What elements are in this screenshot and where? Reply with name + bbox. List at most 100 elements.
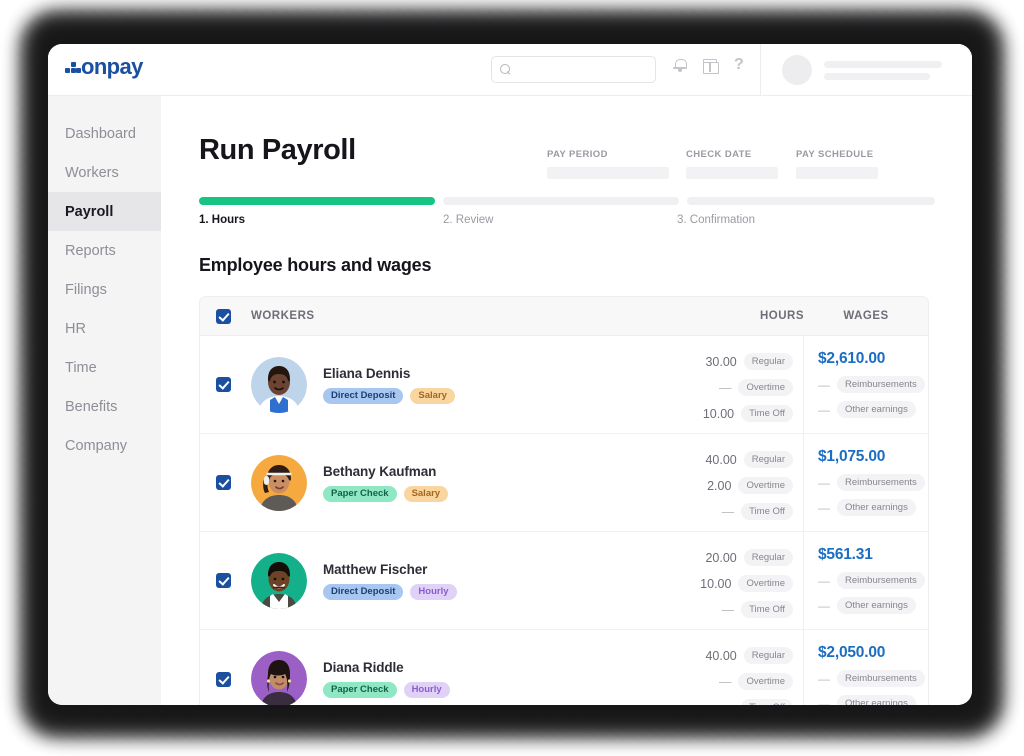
- rewards-button[interactable]: [703, 58, 717, 72]
- step-bar-hours[interactable]: [199, 197, 435, 205]
- hours-overtime[interactable]: — Overtime: [694, 379, 793, 396]
- step-label-hours[interactable]: 1. Hours: [199, 214, 245, 226]
- hours-cell: 40.00 Regular 2.00 Overtime — Time Off: [694, 434, 804, 531]
- worker-photo: [251, 455, 307, 511]
- hours-overtime[interactable]: 2.00 Overtime: [694, 477, 793, 494]
- worker-pills: Direct Deposit Hourly: [323, 584, 457, 600]
- sidebar-label: Dashboard: [65, 126, 136, 142]
- hours-regular[interactable]: 40.00 Regular: [694, 451, 793, 468]
- section-title: Employee hours and wages: [199, 255, 953, 276]
- help-button[interactable]: ?: [734, 57, 744, 73]
- step-bar-review[interactable]: [443, 197, 679, 205]
- hours-regular-tag: Regular: [744, 451, 793, 468]
- worker-name-block: Matthew Fischer Direct Deposit Hourly: [323, 562, 457, 600]
- hours-timeoff[interactable]: — Time Off: [694, 601, 793, 618]
- hours-regular[interactable]: 40.00 Regular: [694, 647, 793, 664]
- global-search[interactable]: [491, 56, 656, 83]
- sidebar-item-dashboard[interactable]: Dashboard: [48, 114, 161, 153]
- row-checkbox[interactable]: [216, 573, 231, 588]
- worker-name: Matthew Fischer: [323, 562, 457, 577]
- hours-cell: 30.00 Regular — Overtime 10.00 Time Off: [694, 336, 804, 433]
- hours-regular-value: 20.00: [705, 551, 736, 565]
- wage-other-earnings[interactable]: — Other earnings: [818, 597, 928, 614]
- sidebar-label: Benefits: [65, 399, 117, 415]
- column-header-workers: WORKERS: [251, 310, 315, 322]
- search-box[interactable]: [491, 56, 656, 83]
- step-label-review[interactable]: 2. Review: [443, 214, 494, 226]
- check-date-field[interactable]: CHECK DATE: [686, 149, 778, 179]
- sidebar-label: Payroll: [65, 204, 113, 220]
- onpay-logo[interactable]: onpay: [65, 56, 143, 78]
- wage-other-earnings[interactable]: — Other earnings: [818, 499, 928, 516]
- sidebar-item-payroll[interactable]: Payroll: [48, 192, 161, 231]
- hours-regular[interactable]: 20.00 Regular: [694, 549, 793, 566]
- sidebar-item-time[interactable]: Time: [48, 348, 161, 387]
- hours-regular[interactable]: 30.00 Regular: [694, 353, 793, 370]
- worker-photo: [251, 651, 307, 705]
- wage-amount: $1,075.00: [818, 448, 928, 466]
- hours-overtime[interactable]: — Overtime: [694, 673, 793, 690]
- worker-cell: Eliana Dennis Direct Deposit Salary: [231, 336, 694, 433]
- wage-reimbursements[interactable]: — Reimbursements: [818, 474, 928, 491]
- hours-timeoff[interactable]: 10.00 Time Off: [694, 405, 793, 422]
- other-earnings-value: —: [818, 599, 830, 613]
- reimbursements-tag: Reimbursements: [837, 670, 925, 687]
- wage-reimbursements[interactable]: — Reimbursements: [818, 376, 928, 393]
- hours-overtime-value: —: [719, 381, 732, 395]
- hours-timeoff[interactable]: — Time Off: [694, 503, 793, 520]
- reimbursements-tag: Reimbursements: [837, 572, 925, 589]
- check-date-value-placeholder: [686, 167, 778, 179]
- pill-pay-type: Salary: [404, 486, 449, 502]
- row-checkbox[interactable]: [216, 475, 231, 490]
- worker-name: Eliana Dennis: [323, 366, 455, 381]
- sidebar-item-benefits[interactable]: Benefits: [48, 387, 161, 426]
- other-earnings-value: —: [818, 697, 830, 706]
- pay-schedule-field[interactable]: PAY SCHEDULE: [796, 149, 878, 179]
- sidebar-item-filings[interactable]: Filings: [48, 270, 161, 309]
- notifications-button[interactable]: [673, 58, 686, 73]
- wage-reimbursements[interactable]: — Reimbursements: [818, 572, 928, 589]
- gift-icon: [703, 58, 717, 72]
- worker-cell: Diana Riddle Paper Check Hourly: [231, 630, 694, 705]
- hours-timeoff-value: —: [722, 701, 735, 706]
- other-earnings-tag: Other earnings: [837, 597, 916, 614]
- account-name-placeholder: [824, 61, 942, 68]
- sidebar-label: Workers: [65, 165, 119, 181]
- wage-other-earnings[interactable]: — Other earnings: [818, 401, 928, 418]
- wages-cell: $2,050.00 — Reimbursements — Other earni…: [804, 630, 928, 705]
- sidebar-item-workers[interactable]: Workers: [48, 153, 161, 192]
- worker-pills: Paper Check Hourly: [323, 682, 450, 698]
- search-icon: [500, 64, 511, 75]
- search-input[interactable]: [516, 64, 646, 76]
- logo-wordmark: onpay: [81, 56, 143, 78]
- pay-period-field[interactable]: PAY PERIOD: [547, 149, 669, 179]
- worker-cell: Matthew Fischer Direct Deposit Hourly: [231, 532, 694, 629]
- hours-timeoff[interactable]: — Time Off: [694, 699, 793, 705]
- table-row: Bethany Kaufman Paper Check Salary 40.00…: [200, 434, 928, 532]
- hours-timeoff-value: —: [722, 603, 735, 617]
- sidebar-item-company[interactable]: Company: [48, 426, 161, 465]
- account-menu[interactable]: [782, 55, 972, 85]
- row-checkbox[interactable]: [216, 672, 231, 687]
- step-label-confirmation[interactable]: 3. Confirmation: [677, 214, 755, 226]
- table-row: Eliana Dennis Direct Deposit Salary 30.0…: [200, 336, 928, 434]
- wage-reimbursements[interactable]: — Reimbursements: [818, 670, 928, 687]
- row-checkbox[interactable]: [216, 377, 231, 392]
- pill-payment-method: Paper Check: [323, 682, 397, 698]
- sidebar-item-reports[interactable]: Reports: [48, 231, 161, 270]
- pill-payment-method: Direct Deposit: [323, 584, 403, 600]
- hours-regular-tag: Regular: [744, 647, 793, 664]
- reimbursements-value: —: [818, 574, 830, 588]
- wage-other-earnings[interactable]: — Other earnings: [818, 695, 928, 705]
- worker-name-block: Bethany Kaufman Paper Check Salary: [323, 464, 448, 502]
- sidebar-item-hr[interactable]: HR: [48, 309, 161, 348]
- reimbursements-tag: Reimbursements: [837, 376, 925, 393]
- top-bar: onpay ?: [48, 44, 972, 96]
- hours-overtime[interactable]: 10.00 Overtime: [694, 575, 793, 592]
- check-date-label: CHECK DATE: [686, 149, 778, 160]
- select-all-checkbox[interactable]: [216, 309, 231, 324]
- step-bar-confirmation[interactable]: [687, 197, 935, 205]
- page-header: Run Payroll PAY PERIOD CHECK DATE PAY SC…: [199, 96, 953, 167]
- worker-name-block: Diana Riddle Paper Check Hourly: [323, 660, 450, 698]
- worker-pills: Direct Deposit Salary: [323, 388, 455, 404]
